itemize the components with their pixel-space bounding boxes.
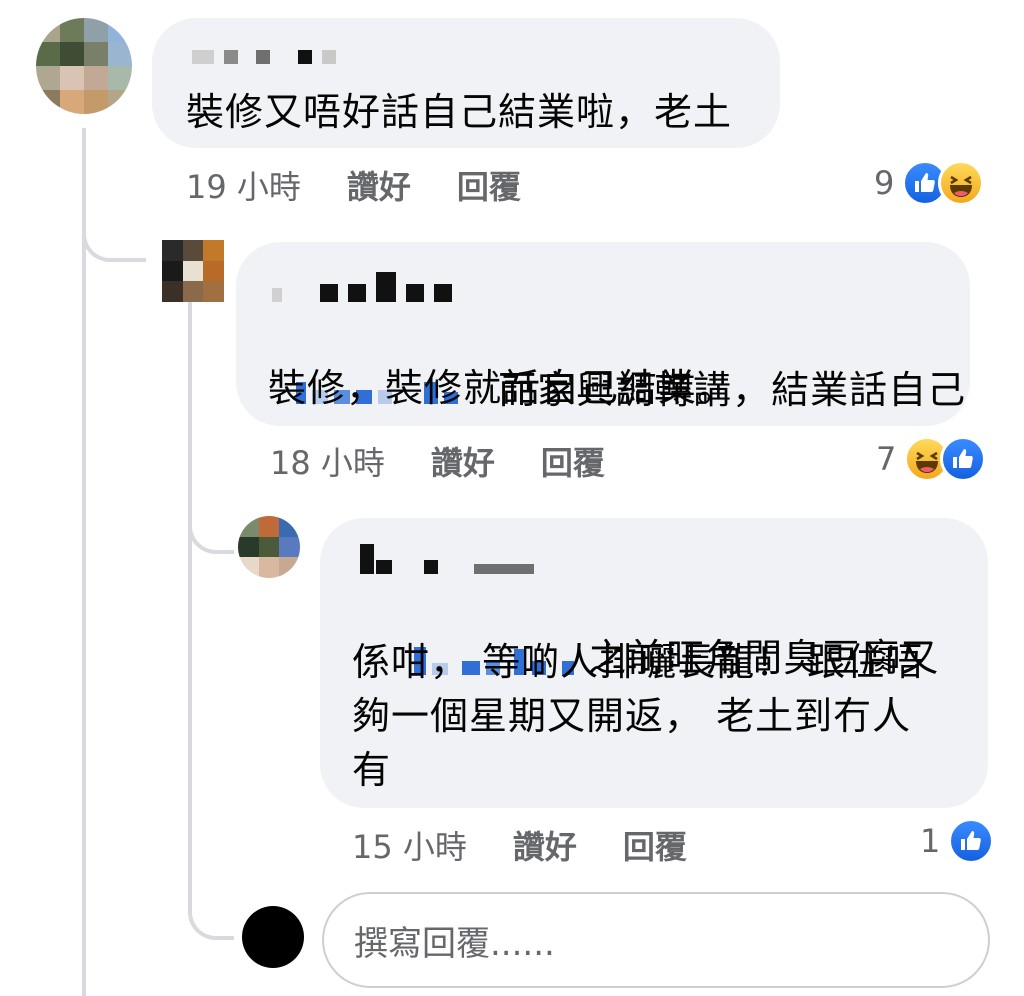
avatar[interactable]: [36, 18, 132, 114]
commenter-name-redacted[interactable]: [192, 50, 336, 64]
avatar[interactable]: [162, 240, 224, 302]
comment-meta: 19 小時 讚好 回覆: [186, 162, 567, 208]
reply-button[interactable]: 回覆: [541, 438, 605, 484]
timestamp[interactable]: 18 小時: [270, 438, 385, 484]
like-icon: [948, 818, 995, 864]
commenter-name-redacted[interactable]: [360, 544, 534, 574]
reaction-summary[interactable]: 9: [874, 160, 985, 206]
like-icon: [940, 436, 987, 482]
reaction-summary[interactable]: 7: [876, 436, 987, 482]
comment-text-line: 夠一個星期又開返， 老土到冇人: [352, 694, 912, 738]
avatar[interactable]: [238, 516, 300, 578]
thread-connector-1: [82, 210, 146, 262]
comment-text-line: 有: [352, 748, 392, 792]
timestamp[interactable]: 15 小時: [352, 822, 467, 868]
comment-meta: 15 小時 讚好 回覆: [352, 822, 733, 868]
comment-meta: 18 小時 讚好 回覆: [270, 438, 651, 484]
reaction-count: 9: [874, 164, 895, 202]
reaction-summary[interactable]: 1: [920, 818, 995, 864]
reply-input-placeholder: 撰寫回覆......: [354, 923, 555, 964]
thread-connector-3: [188, 880, 234, 940]
thread-line-reply: [188, 300, 192, 900]
like-button[interactable]: 讚好: [513, 822, 577, 868]
current-user-avatar: [242, 906, 304, 968]
reply-button[interactable]: 回覆: [623, 822, 687, 868]
timestamp[interactable]: 19 小時: [186, 162, 301, 208]
reply-input[interactable]: 撰寫回覆......: [322, 892, 990, 988]
comment-text-line: 係咁， 等啲人排曬長龍！ 跟住唔: [352, 640, 925, 684]
reaction-count: 7: [876, 440, 897, 478]
reply-button[interactable]: 回覆: [457, 162, 521, 208]
comment-text: 裝修又唔好話自己結業啦，老土: [186, 90, 733, 134]
like-button[interactable]: 讚好: [431, 438, 495, 484]
comment-text-line: 裝修，裝修就話自己結業。: [268, 366, 737, 410]
thread-line-main: [82, 128, 86, 996]
haha-icon: [938, 160, 985, 206]
thread-connector-2: [188, 500, 234, 554]
reaction-count: 1: [920, 822, 941, 860]
like-button[interactable]: 讚好: [347, 162, 411, 208]
commenter-name-redacted[interactable]: [272, 272, 452, 302]
